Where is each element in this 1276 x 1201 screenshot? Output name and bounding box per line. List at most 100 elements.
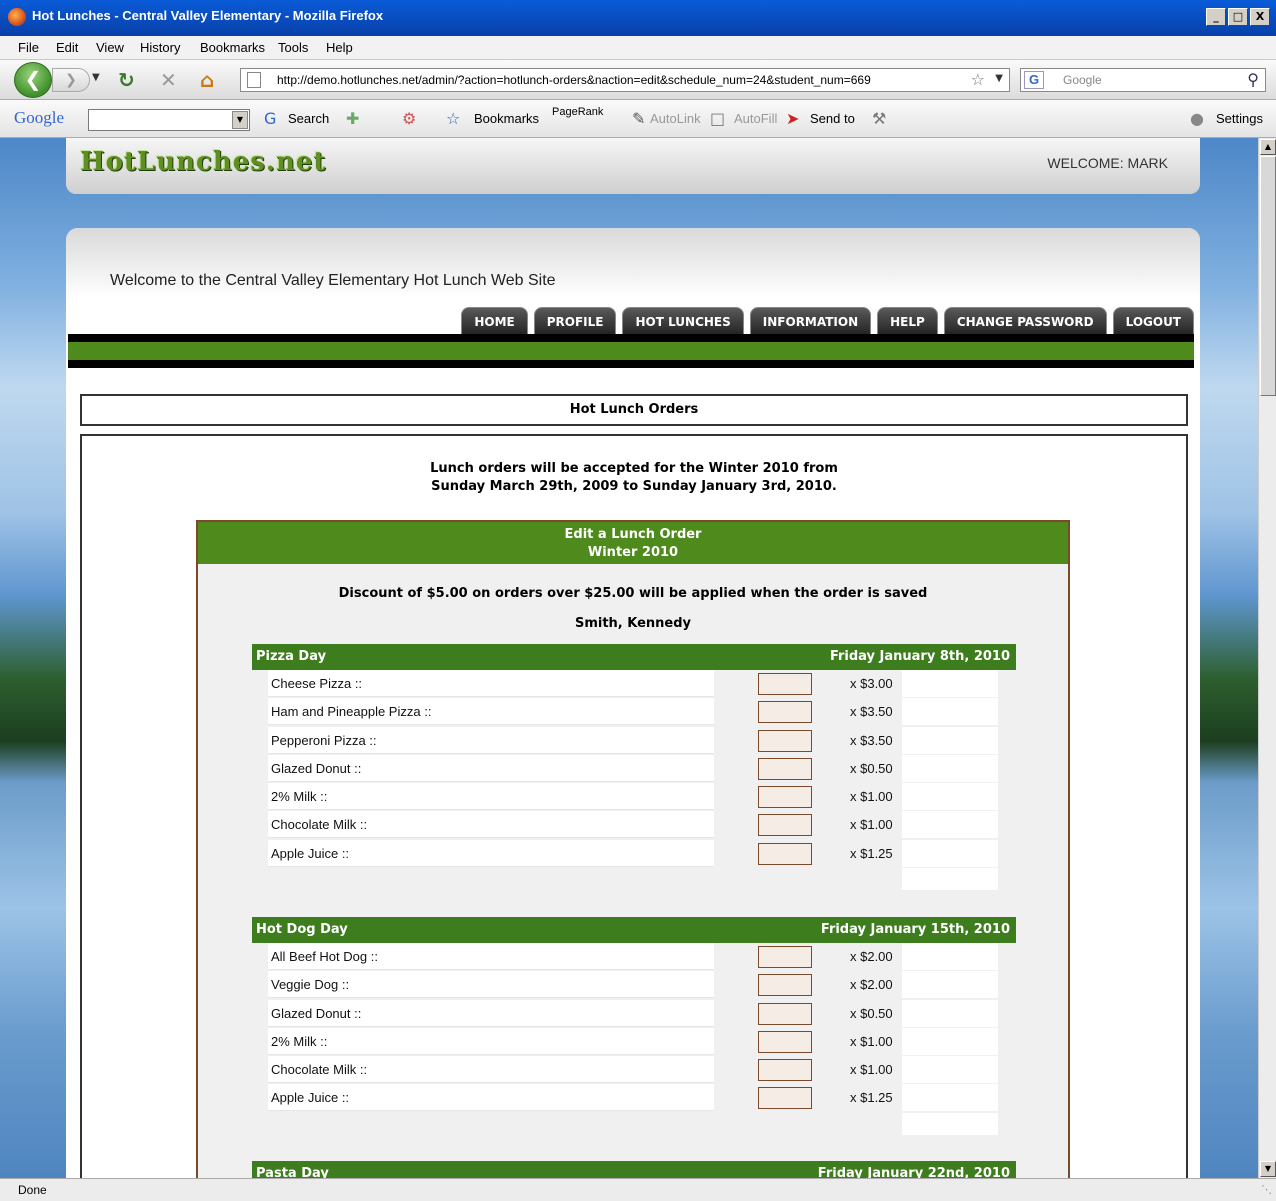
quantity-input[interactable] bbox=[758, 842, 812, 865]
tab-profile[interactable]: PROFILE bbox=[533, 307, 617, 335]
day-total-cell bbox=[902, 868, 998, 891]
send-to-button[interactable]: Send to bbox=[810, 111, 855, 126]
item-name: 2% Milk :: bbox=[268, 1027, 714, 1055]
quantity-input[interactable] bbox=[758, 1087, 812, 1110]
nav-band-bottom bbox=[68, 360, 1194, 368]
search-icon[interactable]: ⚲ bbox=[1247, 70, 1259, 89]
item-name: Glazed Donut :: bbox=[268, 999, 714, 1027]
page-title: Hot Lunch Orders bbox=[80, 394, 1188, 426]
item-name: Chocolate Milk :: bbox=[268, 811, 714, 839]
quantity-input[interactable] bbox=[758, 814, 812, 837]
item-name: Apple Juice :: bbox=[268, 1084, 714, 1112]
quantity-input[interactable] bbox=[758, 757, 812, 780]
url-dropdown-icon[interactable]: ▼ bbox=[995, 73, 1003, 84]
settings-button[interactable]: Settings bbox=[1216, 111, 1263, 126]
quantity-input[interactable] bbox=[758, 729, 812, 752]
discount-notice: Discount of $5.00 on orders over $25.00 … bbox=[338, 586, 928, 601]
tab-home[interactable]: HOME bbox=[461, 307, 528, 335]
menu-view[interactable]: View bbox=[96, 40, 124, 55]
item-price: x $3.50 bbox=[850, 704, 893, 720]
notice-line-1: Lunch orders will be accepted for the Wi… bbox=[430, 461, 838, 476]
item-total-cell bbox=[902, 971, 998, 999]
autolink-button[interactable]: AutoLink bbox=[650, 111, 701, 126]
item-price: x $0.50 bbox=[850, 760, 893, 776]
quantity-input[interactable] bbox=[758, 673, 812, 695]
day-section-pasta: Pasta Day Friday January 22nd, 2010 bbox=[252, 1161, 1016, 1178]
menu-help[interactable]: Help bbox=[326, 40, 353, 55]
quantity-input[interactable] bbox=[758, 786, 812, 809]
search-placeholder: Google bbox=[1063, 73, 1102, 87]
quantity-input[interactable] bbox=[758, 1030, 812, 1053]
search-engine-icon[interactable]: G bbox=[1024, 71, 1044, 89]
item-name: All Beef Hot Dog :: bbox=[268, 943, 714, 970]
maximize-button[interactable]: □ bbox=[1228, 8, 1248, 26]
tab-change-password[interactable]: CHANGE PASSWORD bbox=[943, 307, 1107, 335]
main-nav-tabs: HOME PROFILE HOT LUNCHES INFORMATION HEL… bbox=[461, 307, 1194, 335]
item-price: x $2.00 bbox=[850, 949, 893, 964]
scroll-down-icon[interactable]: ▼ bbox=[1260, 1161, 1276, 1177]
puzzle-icon[interactable]: ⚙ bbox=[402, 109, 416, 128]
menu-bar: File Edit View History Bookmarks Tools H… bbox=[0, 36, 1276, 60]
reload-icon[interactable]: ↻ bbox=[118, 68, 135, 92]
menu-file[interactable]: File bbox=[18, 40, 39, 55]
history-dropdown-icon[interactable]: ▼ bbox=[92, 72, 100, 83]
resize-grip-icon[interactable]: ⋱ bbox=[1261, 1183, 1272, 1196]
web-search-box[interactable]: G Google ⚲ bbox=[1020, 68, 1266, 92]
gadget-icon[interactable]: ✚ bbox=[346, 109, 359, 128]
forward-button[interactable]: ❯ bbox=[52, 68, 90, 92]
quantity-input[interactable] bbox=[758, 946, 812, 968]
list-item: Chocolate Milk :: x $1.00 bbox=[268, 1056, 998, 1084]
menu-tools[interactable]: Tools bbox=[278, 40, 308, 55]
scrollbar-thumb[interactable] bbox=[1260, 156, 1276, 396]
item-total-cell bbox=[902, 1084, 998, 1112]
day-section-hot-dog: Hot Dog Day Friday January 15th, 2010 Al… bbox=[252, 917, 1016, 1135]
status-text: Done bbox=[18, 1183, 47, 1197]
quantity-input[interactable] bbox=[758, 1059, 812, 1082]
day-section-pizza: Pizza Day Friday January 8th, 2010 Chees… bbox=[252, 644, 1016, 891]
bookmark-star-icon[interactable]: ☆ bbox=[971, 70, 985, 89]
item-price: x $1.00 bbox=[850, 817, 893, 833]
pagerank-button[interactable]: PageRank bbox=[552, 106, 603, 118]
chevron-down-icon[interactable]: ▼ bbox=[232, 111, 248, 129]
stop-icon[interactable]: ✕ bbox=[160, 68, 177, 92]
tab-logout[interactable]: LOGOUT bbox=[1112, 307, 1194, 335]
day-date: Friday January 8th, 2010 bbox=[829, 649, 1010, 664]
item-price: x $1.25 bbox=[850, 1090, 893, 1106]
item-name: Chocolate Milk :: bbox=[268, 1056, 714, 1084]
wrench-icon[interactable]: ⚒ bbox=[872, 109, 886, 128]
autolink-icon: ✎ bbox=[632, 109, 646, 128]
google-bookmarks-button[interactable]: Bookmarks bbox=[474, 111, 539, 126]
tab-help[interactable]: HELP bbox=[877, 307, 938, 335]
star-icon[interactable]: ☆ bbox=[446, 109, 460, 128]
quantity-input[interactable] bbox=[758, 974, 812, 997]
menu-bookmarks[interactable]: Bookmarks bbox=[200, 40, 265, 55]
site-logo[interactable]: HotLunches.net bbox=[80, 147, 326, 177]
google-search-button[interactable]: Search bbox=[288, 111, 329, 126]
menu-edit[interactable]: Edit bbox=[56, 40, 78, 55]
back-button[interactable]: ❮ bbox=[14, 62, 52, 98]
url-bar[interactable]: http://demo.hotlunches.net/admin/?action… bbox=[240, 68, 1010, 92]
minimize-button[interactable]: _ bbox=[1206, 8, 1226, 26]
quantity-input[interactable] bbox=[758, 701, 812, 724]
item-total-cell bbox=[902, 1056, 998, 1084]
close-button[interactable]: X bbox=[1250, 8, 1270, 26]
item-name: Glazed Donut :: bbox=[268, 754, 714, 782]
item-name: 2% Milk :: bbox=[268, 783, 714, 811]
list-item: Pepperoni Pizza :: x $3.50 bbox=[268, 726, 998, 755]
google-search-input[interactable]: ▼ bbox=[88, 109, 250, 131]
item-total-cell bbox=[902, 1027, 998, 1055]
autofill-button[interactable]: AutoFill bbox=[734, 111, 777, 126]
home-icon[interactable]: ⌂ bbox=[200, 68, 214, 92]
tab-hot-lunches[interactable]: HOT LUNCHES bbox=[622, 307, 744, 335]
item-total-cell bbox=[902, 783, 998, 811]
item-total-cell bbox=[902, 811, 998, 839]
url-text[interactable]: http://demo.hotlunches.net/admin/?action… bbox=[277, 73, 871, 87]
list-item: Glazed Donut :: x $0.50 bbox=[268, 754, 998, 783]
scroll-up-icon[interactable]: ▲ bbox=[1260, 139, 1276, 155]
vertical-scrollbar[interactable]: ▲ ▼ bbox=[1258, 138, 1276, 1178]
list-item: 2% Milk :: x $1.00 bbox=[268, 783, 998, 811]
quantity-input[interactable] bbox=[758, 1002, 812, 1025]
tab-information[interactable]: INFORMATION bbox=[749, 307, 872, 335]
list-item: Ham and Pineapple Pizza :: x $3.50 bbox=[268, 698, 998, 726]
menu-history[interactable]: History bbox=[140, 40, 180, 55]
